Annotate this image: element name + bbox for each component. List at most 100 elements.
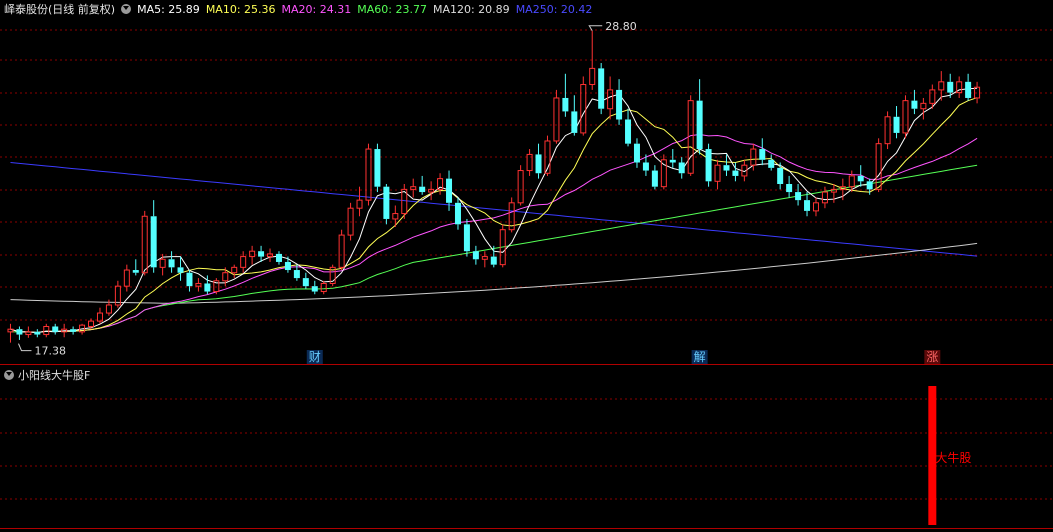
candle-body <box>705 149 712 182</box>
candle-body <box>16 329 23 335</box>
candle-body <box>517 170 524 204</box>
candle-body <box>857 175 864 182</box>
candle-body <box>795 192 802 201</box>
candle-body <box>920 102 927 110</box>
candle-body <box>70 329 77 332</box>
candle-body <box>732 170 739 176</box>
candle-body <box>410 186 417 190</box>
candle-body <box>481 256 488 260</box>
candle-body <box>472 251 479 260</box>
candle-body <box>660 159 667 188</box>
candle-body <box>929 89 936 104</box>
stock-name[interactable]: 峄泰股份(日线 前复权) <box>4 3 115 16</box>
candle-body <box>43 325 50 336</box>
candle-body <box>633 143 640 163</box>
event-marker: 财 <box>309 350 321 364</box>
event-marker: 涨 <box>926 349 938 364</box>
candle-body <box>553 97 560 142</box>
indicator-name[interactable]: 小阳线大牛股F <box>18 369 90 382</box>
candle-body <box>195 282 202 287</box>
candle-body <box>669 159 676 163</box>
candle-body <box>186 272 193 287</box>
candle-body <box>88 320 95 327</box>
candle-body <box>759 149 766 160</box>
candle-body <box>848 175 855 188</box>
candle-body <box>52 326 59 332</box>
candle-body <box>311 286 318 292</box>
candle-body <box>132 270 139 273</box>
candle-body <box>150 216 157 268</box>
candle-body <box>222 272 229 282</box>
candle-body <box>454 202 461 225</box>
candle-body <box>446 178 453 203</box>
candle-body <box>911 100 918 109</box>
candle-body <box>902 100 909 134</box>
candle-body <box>535 154 542 174</box>
candle-body <box>383 186 390 219</box>
candle-body <box>231 266 238 274</box>
candle-body <box>678 162 685 174</box>
candle-body <box>419 186 426 193</box>
candle-body <box>812 202 819 212</box>
ma60-label: MA60: 23.77 <box>357 3 427 16</box>
candle-body <box>571 111 578 133</box>
candle-body <box>463 224 470 252</box>
candle-body <box>598 68 605 109</box>
candle-body <box>159 258 166 268</box>
candle-body <box>893 116 900 133</box>
candle-body <box>884 116 891 145</box>
event-marker: 解 <box>694 350 706 364</box>
candle-body <box>589 67 596 86</box>
candle-body <box>830 188 837 193</box>
candle-body <box>338 234 345 268</box>
candle-body <box>723 165 730 171</box>
candle-body <box>642 162 649 171</box>
candle-body <box>616 89 623 120</box>
ma10-line <box>10 97 978 334</box>
candle-body <box>258 251 265 257</box>
candle-body <box>34 331 41 335</box>
candle-body <box>25 331 32 336</box>
candle-body <box>428 188 435 193</box>
candle-body <box>625 119 632 144</box>
dropdown-icon[interactable] <box>121 4 132 14</box>
candle-body <box>947 81 954 93</box>
candle-body <box>714 164 721 182</box>
main-legend: 峄泰股份(日线 前复权) MA5: 25.89 MA10: 25.36 MA20: 2… <box>4 2 598 18</box>
ma20-label: MA20: 24.31 <box>281 3 352 16</box>
ma10-label: MA10: 25.36 <box>205 3 276 16</box>
candle-body <box>275 253 282 262</box>
candle-body <box>786 184 793 193</box>
candle-body <box>123 269 130 287</box>
candle-body <box>7 328 14 333</box>
candle-body <box>777 167 784 184</box>
candle-body <box>302 278 309 287</box>
candle-body <box>284 261 291 271</box>
candle-body <box>204 283 211 292</box>
candle-body <box>965 81 972 98</box>
candle-body <box>821 191 828 204</box>
high-label: 28.80 <box>605 20 637 33</box>
sub-panel-title: 小阳线大牛股F <box>4 368 90 384</box>
candle-body <box>168 259 175 268</box>
ma250-label: MA250: 20.42 <box>515 3 593 16</box>
candle-body <box>177 267 184 273</box>
candle-body <box>249 250 256 258</box>
candle-body <box>651 170 658 187</box>
stock-chart: 28.80 17.38 财 解 涨大牛股 <box>0 20 1053 529</box>
candle-body <box>320 282 327 293</box>
candle-body <box>240 256 247 268</box>
candle-body <box>356 199 363 209</box>
candle-body <box>105 304 112 314</box>
candle-body <box>938 81 945 91</box>
candle-body <box>580 84 587 134</box>
candle-body <box>696 100 703 150</box>
candle-body <box>293 270 300 279</box>
ma5-label: MA5: 25.89 <box>137 3 200 16</box>
signal-label: 大牛股 <box>935 450 971 465</box>
indicator-dropdown-icon[interactable] <box>4 370 14 380</box>
candle-body <box>866 181 873 190</box>
candle-body <box>141 215 148 274</box>
candle-body <box>804 200 811 211</box>
candle-body <box>768 159 775 168</box>
